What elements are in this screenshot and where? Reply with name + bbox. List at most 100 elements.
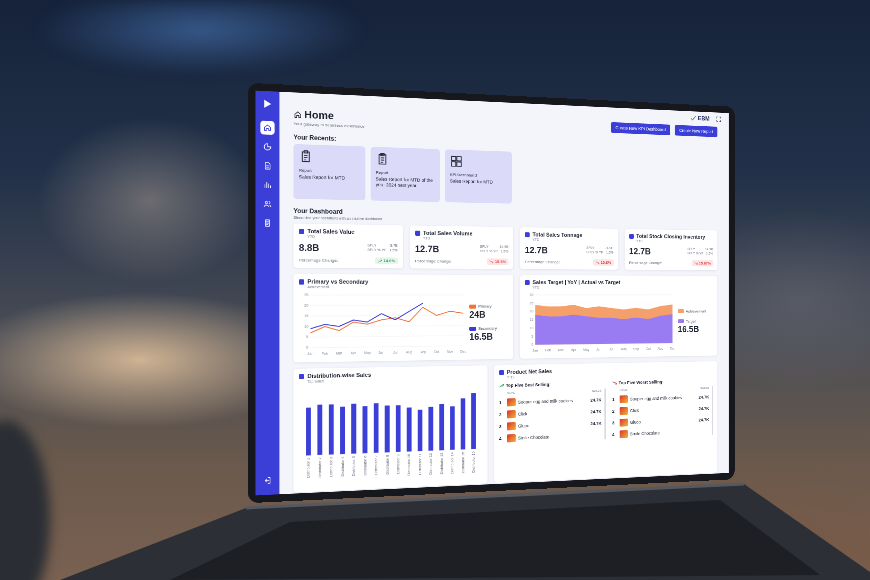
x-tick: Aug (406, 351, 412, 355)
bar[interactable] (396, 405, 401, 452)
topbar: EBM (279, 92, 728, 127)
kpi-value: 12.7B (525, 245, 548, 256)
bar[interactable] (407, 407, 412, 451)
chart-title: Primary vs Secondary (307, 278, 368, 284)
bar[interactable] (340, 407, 345, 455)
product-row[interactable]: 4 Smile Chocolate (499, 431, 602, 444)
product-row[interactable]: 2 Click 24.7K (612, 404, 709, 416)
recent-title: Sales Report for MTD of the year 2024 ne… (376, 176, 435, 189)
y-tick: 25 (530, 301, 534, 305)
sidebar-item[interactable] (260, 121, 274, 135)
nav-icon (263, 219, 272, 228)
bar[interactable] (374, 403, 379, 453)
nav-icon (263, 181, 272, 190)
list-title: Top Five Best Selling: (499, 381, 606, 388)
x-tick: Jul (393, 351, 398, 355)
bar[interactable] (471, 393, 476, 449)
sidebar-item[interactable] (260, 197, 274, 211)
kpi-period: YTD (423, 236, 473, 240)
recent-type: KPI Dashboard (450, 172, 507, 178)
product-row[interactable]: 2 Click 24.7K (499, 407, 602, 419)
bar[interactable] (428, 407, 433, 451)
bar[interactable] (418, 410, 423, 451)
bar[interactable] (461, 398, 466, 449)
bar[interactable] (329, 404, 334, 454)
product-row[interactable]: 4 Smile Chocolate (612, 427, 709, 439)
x-tick: Jun (596, 348, 601, 352)
series-line (310, 307, 463, 333)
x-tick: Apr (350, 351, 356, 355)
recent-title: Sales Report for MTD (450, 178, 507, 185)
x-tick: Feb (322, 352, 328, 356)
logo-icon[interactable] (260, 96, 275, 112)
product-row[interactable]: 1 Sooper egg and milk cookies 24.7K (499, 396, 602, 408)
bar-label: Distributor 3 (329, 457, 333, 477)
x-tick: Jan (307, 352, 313, 356)
chart-title: Distribution-wise Sales (307, 372, 371, 380)
kpi-card[interactable]: Total Sales Volume YTD 12.7B SPLY14.9BSP… (410, 225, 513, 269)
change-label: Percentage Change: (299, 258, 338, 263)
chart-icon (525, 280, 530, 285)
table-header: NAMESALES (612, 386, 709, 392)
bar[interactable] (306, 408, 311, 456)
bar-label: Distributor 11 (418, 453, 422, 475)
bar[interactable] (439, 404, 444, 450)
sidebar-item[interactable] (260, 159, 274, 173)
product-row[interactable]: 1 Sooper egg and milk cookies 24.7K (612, 393, 709, 404)
product-image (507, 422, 516, 430)
change-badge: 15.6% (593, 259, 613, 265)
product-image (620, 419, 628, 427)
create-button[interactable]: Create New KPI Dashboard (611, 122, 670, 135)
product-row[interactable]: 3 Gluco 24.7K (612, 415, 709, 427)
kpi-compare: SPLY14.9B (480, 245, 509, 249)
trend-down-icon (490, 260, 494, 264)
fullscreen-icon[interactable] (716, 116, 722, 123)
kpi-value: 8.8B (299, 243, 319, 254)
sidebar-item[interactable] (260, 140, 274, 154)
chart-icon (299, 374, 304, 379)
kpi-card[interactable]: Total Sales Value YTD 8.8B SPLY8.7BSPLY … (293, 224, 402, 269)
person-arm (0, 420, 50, 580)
list-title: Top Five Worst Selling: (612, 378, 713, 385)
x-tick: May (583, 348, 589, 352)
kpi-compare: SPLY % YP1.5% (687, 251, 713, 255)
recent-card[interactable]: Report Sales Report for MTD (293, 144, 365, 200)
sidebar-item[interactable] (260, 178, 274, 192)
chart-subtitle: Top Sales (307, 378, 371, 383)
kpi-card[interactable]: Total Stock Closing Inventory YTD 12.7B … (624, 229, 717, 270)
bar[interactable] (351, 404, 356, 454)
product-row[interactable]: 3 Gluco 24.7K (499, 419, 602, 431)
bar[interactable] (363, 406, 368, 453)
series-area (535, 304, 672, 344)
recent-title: Sales Report for MTD (299, 174, 360, 181)
chart-subtitle: YTD (533, 286, 621, 290)
chart-legend: Achievement Target 16.5B (678, 309, 713, 335)
x-tick: Feb (545, 349, 551, 353)
logout-icon[interactable] (260, 473, 274, 487)
kpi-card[interactable]: Total Sales Tonnage YTD 12.7B SPLY14.9BS… (520, 227, 618, 269)
kpi-icon (525, 232, 530, 237)
product-image (507, 410, 516, 418)
kpi-compare: SPLY % YP1.5% (367, 248, 397, 252)
recent-card[interactable]: Report Sales Report for MTD of the year … (371, 147, 440, 202)
y-tick: 0 (532, 343, 534, 347)
photo-scene: EBM Home Your gateway to seamless experi… (0, 0, 870, 580)
bar[interactable] (450, 406, 455, 450)
bar[interactable] (385, 405, 390, 452)
bar-label: Distributor 15 (461, 452, 465, 474)
chart-icon (299, 279, 304, 284)
recent-card[interactable]: KPI Dashboard Sales Report for MTD (445, 149, 512, 203)
sidebar-item[interactable] (260, 216, 274, 230)
create-button[interactable]: Create New Report (675, 125, 718, 137)
x-tick: Jul (609, 348, 613, 352)
bar[interactable] (317, 405, 322, 455)
x-tick: Oct (646, 347, 651, 351)
grid-line (310, 294, 463, 295)
kpi-value: 12.7B (415, 244, 439, 255)
nav-icon (263, 161, 272, 170)
bar-label: Distributor 8 (385, 455, 389, 475)
bar-label: Distributor 6 (363, 456, 367, 476)
distribution-chart: Distribution-wise Sales Top Sales Distri… (293, 365, 487, 492)
change-label: Percentage Change: (525, 260, 560, 265)
trend-up-icon (378, 259, 382, 263)
